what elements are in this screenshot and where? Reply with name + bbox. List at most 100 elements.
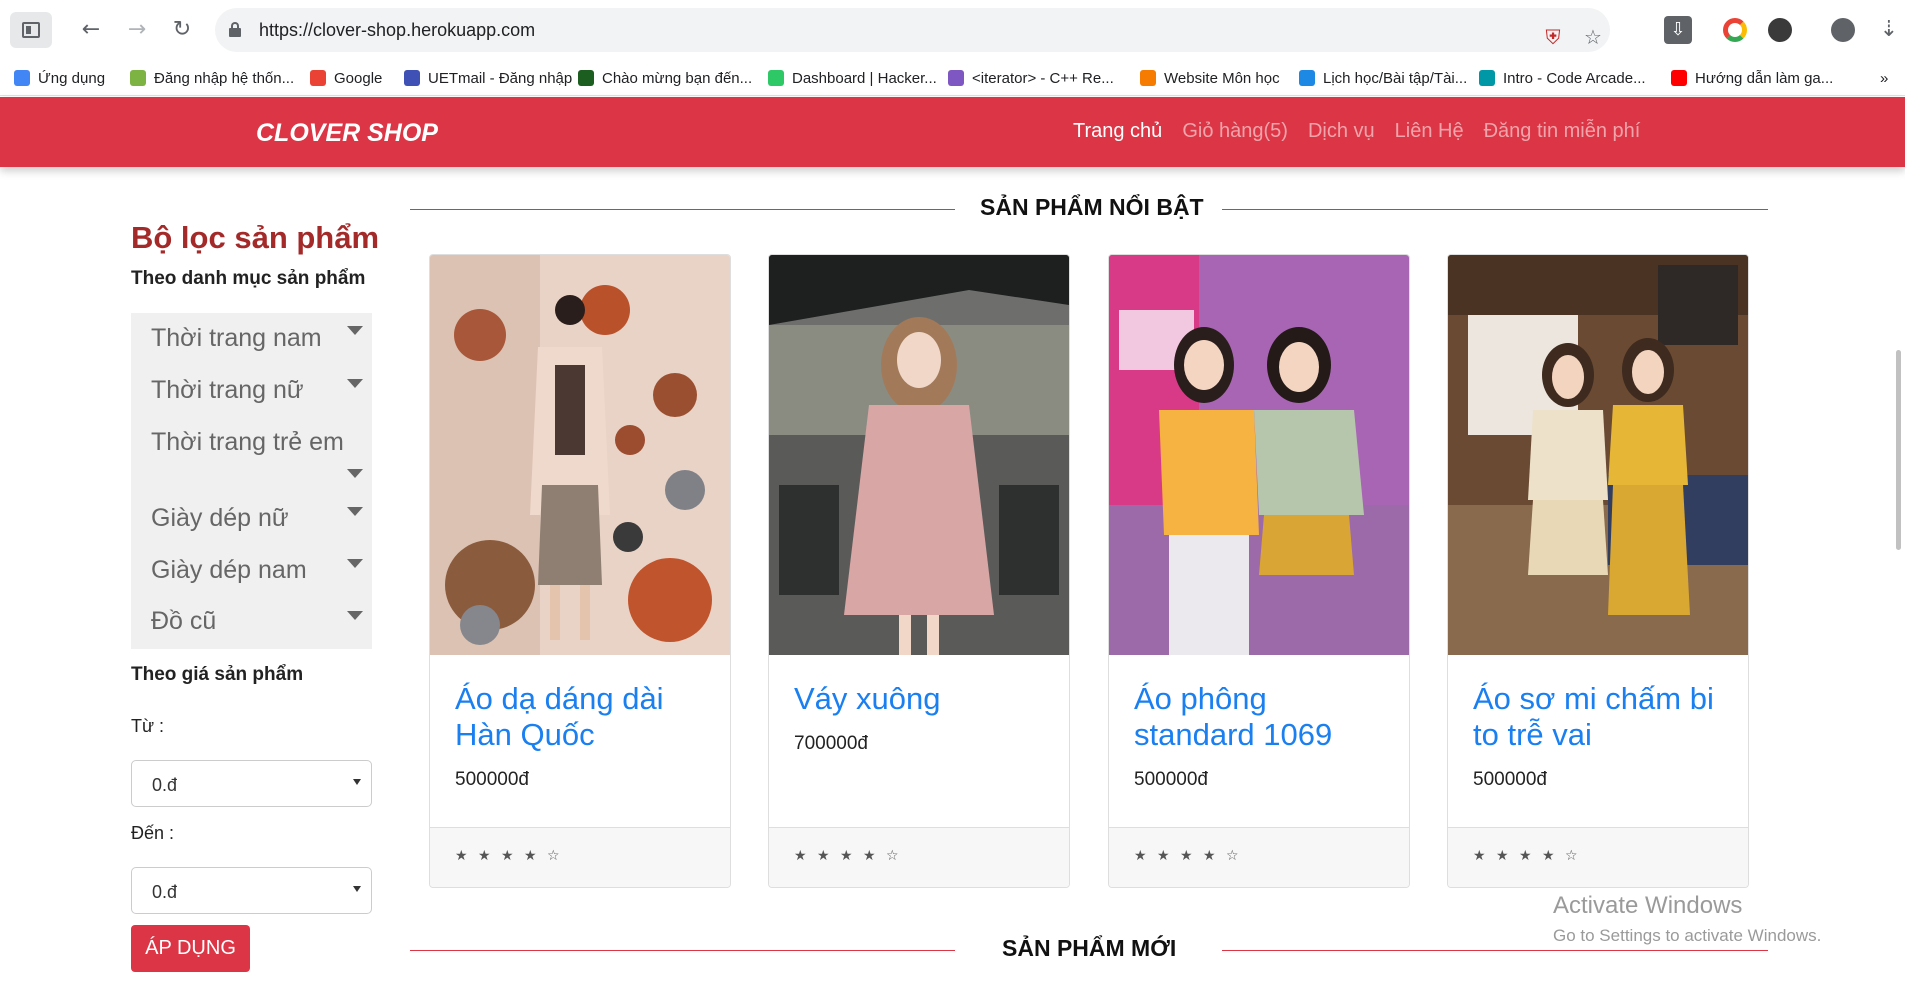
bookmark-label: Intro - Code Arcade... <box>1503 69 1646 87</box>
product-price: 500000đ <box>1134 769 1208 790</box>
product-name[interactable]: Váy xuông <box>794 681 1049 717</box>
main-nav: Trang chủ Giỏ hàng(5) Dịch vụ Liên Hệ Đă… <box>1073 120 1640 143</box>
site-header: CLOVER SHOP Trang chủ Giỏ hàng(5) Dịch v… <box>0 97 1905 167</box>
chevron-down-icon[interactable] <box>347 326 363 335</box>
bookmark-item[interactable]: Intro - Code Arcade... <box>1479 66 1646 90</box>
dropdown-arrow-icon <box>353 779 361 785</box>
profile-icon[interactable] <box>1831 18 1855 42</box>
bookmark-label: Hướng dẫn làm ga... <box>1695 69 1834 87</box>
bookmark-favicon-icon <box>1671 70 1687 86</box>
back-icon[interactable]: ← <box>77 16 105 44</box>
bookmark-favicon-icon <box>768 70 784 86</box>
product-image[interactable] <box>1109 255 1409 655</box>
bookmark-favicon-icon <box>310 70 326 86</box>
bookmark-item[interactable]: Chào mừng bạn đến... <box>578 66 752 90</box>
product-name[interactable]: Áo dạ dáng dài Hàn Quốc <box>455 681 710 753</box>
nav-cart[interactable]: Giỏ hàng(5) <box>1182 120 1288 143</box>
apply-button[interactable]: ÁP DỤNG <box>131 925 250 972</box>
menu-icon[interactable]: ⇣ <box>1875 16 1903 44</box>
tab-search-icon[interactable] <box>10 12 52 48</box>
bookmark-label: Lịch học/Bài tập/Tài... <box>1323 69 1468 87</box>
bookmark-label: Website Môn học <box>1164 69 1280 87</box>
dropdown-arrow-icon <box>353 886 361 892</box>
scrollbar[interactable] <box>1896 350 1901 550</box>
brand-logo[interactable]: CLOVER SHOP <box>256 119 438 148</box>
card-footer: ★ ★ ★ ★ ☆ <box>1448 827 1748 887</box>
download-icon[interactable]: ⇩ <box>1664 16 1692 44</box>
category-men[interactable]: Thời trang nam <box>151 324 322 353</box>
windows-activation-watermark: Activate Windows Go to Settings to activ… <box>1553 892 1821 946</box>
nav-home[interactable]: Trang chủ <box>1073 120 1162 143</box>
nav-contact[interactable]: Liên Hệ <box>1395 120 1464 143</box>
product-card[interactable]: Áo sơ mi chấm bi to trễ vai 500000đ ★ ★ … <box>1447 254 1749 888</box>
product-card[interactable]: Áo phông standard 1069 500000đ ★ ★ ★ ★ ☆ <box>1108 254 1410 888</box>
product-card[interactable]: Áo dạ dáng dài Hàn Quốc 500000đ ★ ★ ★ ★ … <box>429 254 731 888</box>
bookmark-item[interactable]: Đăng nhập hệ thốn... <box>130 66 294 90</box>
bookmark-item[interactable]: <iterator> - C++ Re... <box>948 66 1114 90</box>
extension-icon-2[interactable] <box>1768 18 1792 42</box>
product-image[interactable] <box>1448 255 1748 655</box>
category-used[interactable]: Đồ cũ <box>151 607 216 636</box>
bookmark-item[interactable]: Ứng dụng <box>14 66 105 90</box>
to-price-select[interactable]: 0.đ <box>131 867 372 914</box>
bookmark-label: Google <box>334 69 383 87</box>
category-list: Thời trang nam Thời trang nữ Thời trang … <box>131 313 372 649</box>
product-name[interactable]: Áo sơ mi chấm bi to trễ vai <box>1473 681 1728 753</box>
product-price: 700000đ <box>794 733 868 754</box>
new-products-title: SẢN PHẨM MỚI <box>1002 935 1177 961</box>
to-price-value: 0.đ <box>152 882 178 902</box>
bookmark-favicon-icon <box>1479 70 1495 86</box>
featured-title: SẢN PHẨM NỔI BẬT <box>980 194 1204 220</box>
chevron-down-icon[interactable] <box>347 559 363 568</box>
address-bar[interactable]: https://clover-shop.herokuapp.com ☆ ⛨ <box>215 8 1610 52</box>
bookmark-item[interactable]: Website Môn học <box>1140 66 1280 90</box>
section-divider <box>410 209 955 210</box>
from-price-select[interactable]: 0.đ <box>131 760 372 807</box>
bookmark-favicon-icon <box>14 70 30 86</box>
chevron-down-icon[interactable] <box>347 611 363 620</box>
product-name[interactable]: Áo phông standard 1069 <box>1134 681 1389 753</box>
bookmark-item[interactable]: UETmail - Đăng nhập <box>404 66 572 90</box>
chevron-down-icon[interactable] <box>347 379 363 388</box>
nav-services[interactable]: Dịch vụ <box>1308 120 1375 143</box>
reload-icon[interactable]: ↻ <box>168 16 196 44</box>
bookmark-favicon-icon <box>1299 70 1315 86</box>
bookmark-item[interactable]: Hướng dẫn làm ga... <box>1671 66 1833 90</box>
bookmark-star-icon[interactable]: ☆ <box>1580 24 1606 50</box>
bookmark-item[interactable]: Google <box>310 66 382 90</box>
bookmark-label: <iterator> - C++ Re... <box>972 69 1114 87</box>
product-price: 500000đ <box>1473 769 1547 790</box>
url-text[interactable]: https://clover-shop.herokuapp.com <box>259 20 535 41</box>
browser-toolbar: ← → ↻ https://clover-shop.herokuapp.com … <box>0 0 1905 60</box>
category-heading: Theo danh mục sản phẩm <box>131 268 366 289</box>
bookmark-item[interactable]: Dashboard | Hacker... <box>768 66 937 90</box>
rating-stars: ★ ★ ★ ★ ☆ <box>1473 848 1581 864</box>
shield-icon[interactable]: ⛨ <box>1540 24 1566 50</box>
category-women-shoes[interactable]: Giày dép nữ <box>151 504 289 533</box>
bookmark-label: Chào mừng bạn đến... <box>602 69 753 87</box>
bookmark-label: Ứng dụng <box>38 69 106 87</box>
filter-title: Bộ lọc sản phẩm <box>131 220 380 255</box>
lock-icon[interactable] <box>229 22 241 37</box>
bookmarks-overflow-button[interactable]: » <box>1880 66 1888 90</box>
bookmark-item[interactable]: Lịch học/Bài tập/Tài... <box>1299 66 1467 90</box>
category-men-shoes[interactable]: Giày dép nam <box>151 556 307 585</box>
chevron-down-icon[interactable] <box>347 507 363 516</box>
product-image[interactable] <box>430 255 730 655</box>
category-women[interactable]: Thời trang nữ <box>151 376 304 405</box>
bookmarks-bar: Ứng dụng Đăng nhập hệ thốn... Google UETmai… <box>0 60 1905 96</box>
chevron-down-icon[interactable] <box>347 469 363 478</box>
category-kids[interactable]: Thời trang trẻ em <box>151 428 344 457</box>
product-card[interactable]: Váy xuông 700000đ ★ ★ ★ ★ ☆ <box>768 254 1070 888</box>
product-image[interactable] <box>769 255 1069 655</box>
extension-icon[interactable] <box>1723 18 1747 42</box>
nav-post-free[interactable]: Đăng tin miễn phí <box>1484 120 1641 143</box>
bookmark-label: Dashboard | Hacker... <box>792 69 937 87</box>
from-label: Từ : <box>131 716 165 736</box>
section-divider <box>1222 209 1768 210</box>
bookmark-favicon-icon <box>578 70 594 86</box>
bookmark-favicon-icon <box>948 70 964 86</box>
forward-icon[interactable]: → <box>123 16 151 44</box>
rating-stars: ★ ★ ★ ★ ☆ <box>455 848 563 864</box>
product-price: 500000đ <box>455 769 529 790</box>
